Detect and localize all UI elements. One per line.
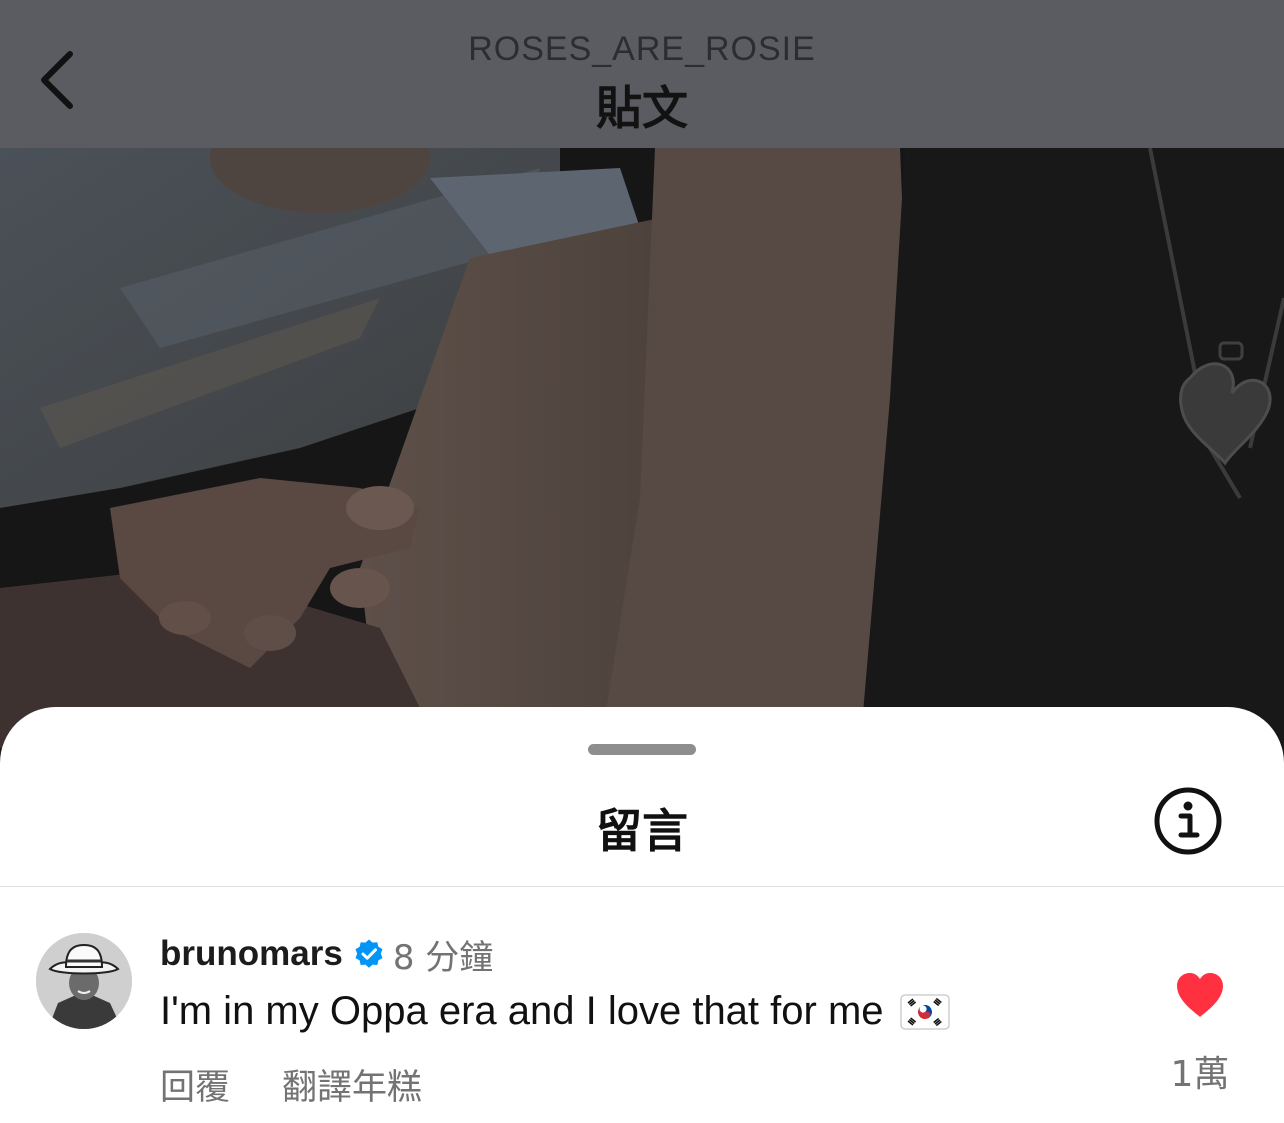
verified-badge-icon [355,939,383,968]
avatar-photo [36,933,132,1029]
page-title: 貼文 [596,81,688,135]
avatar[interactable] [36,933,132,1029]
like-button[interactable] [1174,971,1226,1019]
drag-handle[interactable] [588,744,696,755]
info-icon [1154,787,1222,855]
translate-button[interactable]: 翻譯年糕 [282,1059,422,1110]
info-button[interactable] [1152,785,1224,857]
comment-timestamp: 8 分鐘 [392,937,494,978]
heart-filled-icon [1177,973,1223,1017]
reply-button[interactable]: 回覆 [160,1059,230,1110]
comment-username[interactable]: brunomars [160,934,343,974]
comment-item: brunomars 8 分鐘 I'm in my Oppa era and I … [0,887,1284,1123]
post-comments-screen: ROSES_ARE_ROSIE 貼文 留言 brunomars 8 分鐘 I'm… [0,0,1284,1123]
post-image [0,148,1284,748]
top-navigation-bar: ROSES_ARE_ROSIE 貼文 [0,0,1284,148]
comments-sheet: 留言 brunomars 8 分鐘 I'm in my Oppa era and… [0,707,1284,1123]
comment-actions: 回覆 翻譯年糕 [160,1059,422,1110]
comment-body: I'm in my Oppa era and I love that for m… [160,989,950,1034]
comment-header: brunomars 8 分鐘 [160,932,494,978]
comments-title: 留言 [596,804,688,858]
south-korea-flag-icon [899,993,950,1030]
like-count: 1萬 [1170,1054,1230,1095]
comment-text: I'm in my Oppa era and I love that for m… [160,989,884,1033]
header-account-name[interactable]: ROSES_ARE_ROSIE [0,30,1284,69]
